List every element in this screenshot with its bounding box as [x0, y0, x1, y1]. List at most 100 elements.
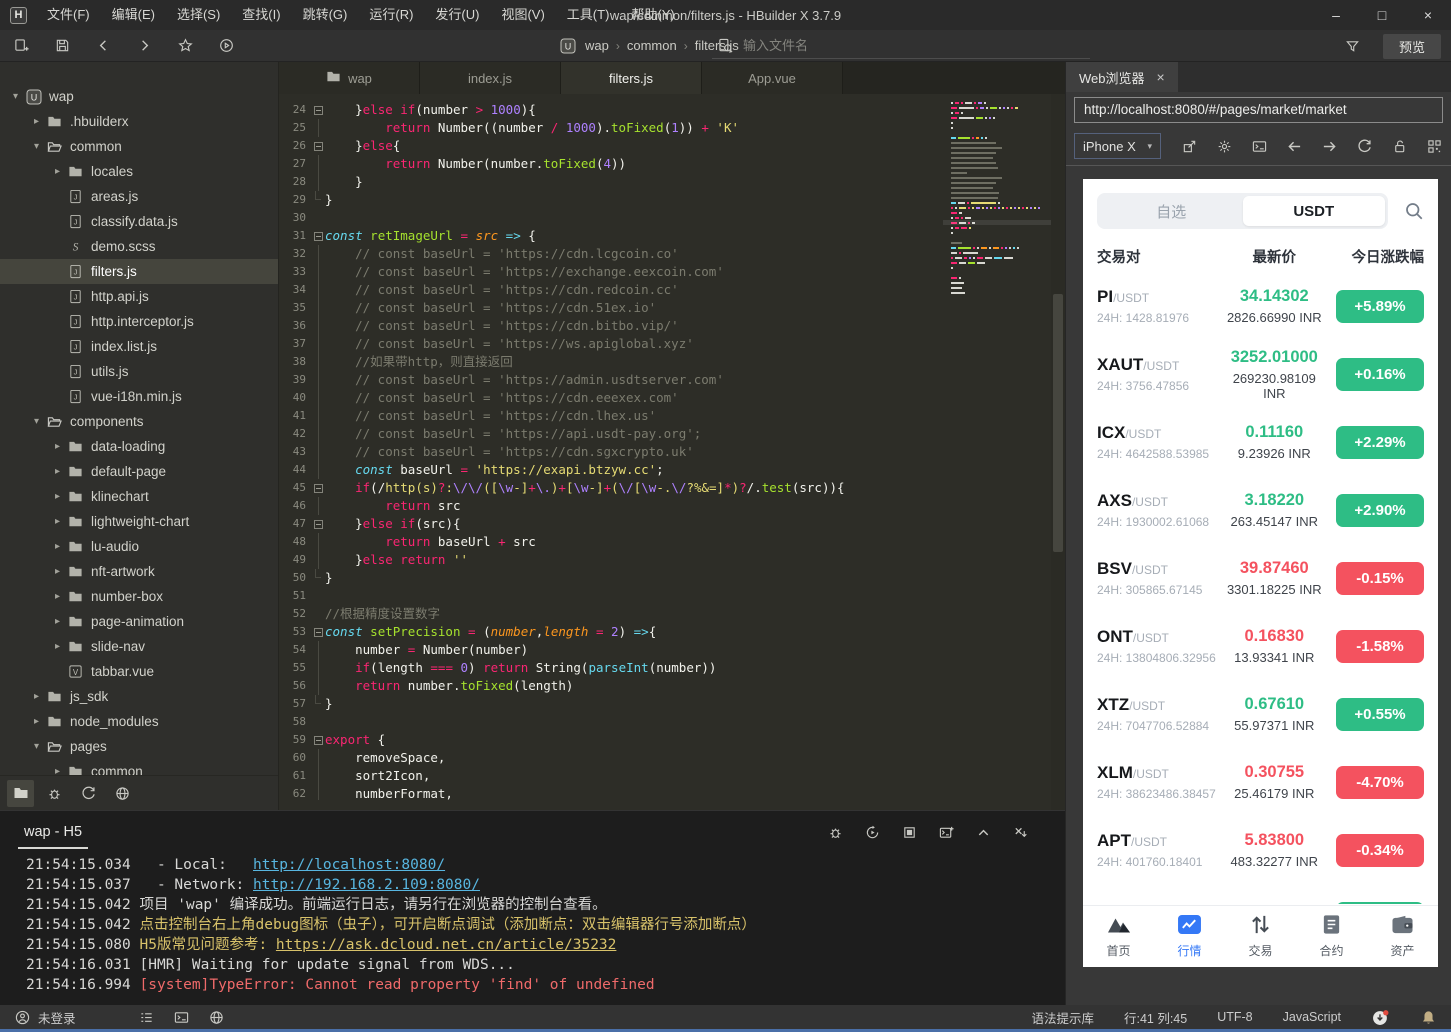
chevron-down-icon[interactable]: ▾: [29, 416, 44, 427]
line-number[interactable]: 59: [279, 731, 311, 749]
save-icon[interactable]: [47, 32, 77, 59]
back-arrow-icon[interactable]: [1285, 136, 1303, 156]
fold-marker-icon[interactable]: [311, 101, 325, 119]
tree-item-index.list.js[interactable]: Jindex.list.js: [0, 334, 278, 359]
chevron-right-icon[interactable]: ▸: [50, 516, 65, 527]
outline-icon[interactable]: [138, 1008, 156, 1026]
tree-item-data-loading[interactable]: ▸ data-loading: [0, 434, 278, 459]
chevron-right-icon[interactable]: ▸: [50, 166, 65, 177]
chevron-right-icon[interactable]: ▸: [50, 641, 65, 652]
line-number[interactable]: 42: [279, 425, 311, 443]
segment-自选[interactable]: 自选: [1100, 196, 1243, 226]
detach-icon[interactable]: [1180, 136, 1198, 156]
line-number[interactable]: 25: [279, 119, 311, 137]
tree-item-classify.data.js[interactable]: Jclassify.data.js: [0, 209, 278, 234]
tree-item-http.api.js[interactable]: Jhttp.api.js: [0, 284, 278, 309]
globe-icon[interactable]: [208, 1008, 226, 1026]
line-number[interactable]: 41: [279, 407, 311, 425]
browser-tab[interactable]: Web浏览器 ×: [1066, 62, 1178, 92]
tree-item-default-page[interactable]: ▸ default-page: [0, 459, 278, 484]
status-item-3[interactable]: JavaScript: [1283, 1010, 1341, 1024]
market-row-AAVE[interactable]: AAVE/USDT224.84450: [1083, 884, 1438, 904]
chevron-right-icon[interactable]: ▸: [50, 566, 65, 577]
menu-item-3[interactable]: 查找(I): [231, 0, 291, 30]
menu-item-5[interactable]: 运行(R): [358, 0, 424, 30]
market-row-XAUT[interactable]: XAUT/USDT 24H: 3756.47856 3252.01000 269230…: [1083, 340, 1438, 408]
tree-item-slide-nav[interactable]: ▸ slide-nav: [0, 634, 278, 659]
line-number[interactable]: 62: [279, 785, 311, 800]
line-number[interactable]: 53: [279, 623, 311, 641]
line-number[interactable]: 46: [279, 497, 311, 515]
fold-marker-icon[interactable]: [311, 479, 325, 497]
fold-marker-icon[interactable]: [311, 731, 325, 749]
filter-funnel-icon[interactable]: [1337, 33, 1367, 60]
chevron-down-icon[interactable]: ▾: [29, 741, 44, 752]
tree-item-.hbuilderx[interactable]: ▸ .hbuilderx: [0, 109, 278, 134]
line-number[interactable]: 49: [279, 551, 311, 569]
forward-arrow-icon[interactable]: [1320, 136, 1338, 156]
chevron-down-icon[interactable]: ▾: [29, 141, 44, 152]
menu-item-2[interactable]: 选择(S): [166, 0, 231, 30]
log-link[interactable]: http://localhost:8080/: [253, 857, 445, 873]
minimap[interactable]: [943, 102, 1053, 297]
segment-USDT[interactable]: USDT: [1242, 196, 1385, 226]
preview-button[interactable]: 预览: [1383, 34, 1441, 59]
line-number[interactable]: 35: [279, 299, 311, 317]
notification-bell-icon[interactable]: [1419, 1008, 1437, 1026]
menu-item-0[interactable]: 文件(F): [36, 0, 101, 30]
tree-item-utils.js[interactable]: Jutils.js: [0, 359, 278, 384]
line-number[interactable]: 39: [279, 371, 311, 389]
debug-bug-icon[interactable]: [824, 821, 846, 843]
log-link[interactable]: http://192.168.2.109:8080/: [253, 877, 480, 893]
tree-item-page-animation[interactable]: ▸ page-animation: [0, 609, 278, 634]
fold-marker-icon[interactable]: [311, 515, 325, 533]
device-select[interactable]: iPhone X ▾: [1074, 133, 1161, 159]
line-number[interactable]: 55: [279, 659, 311, 677]
status-item-0[interactable]: 语法提示库: [1031, 1008, 1094, 1027]
column-pair[interactable]: 交易对: [1097, 246, 1221, 267]
fold-marker-icon[interactable]: [311, 137, 325, 155]
tree-item-common[interactable]: ▾ common: [0, 134, 278, 159]
menu-item-1[interactable]: 编辑(E): [101, 0, 166, 30]
unlock-icon[interactable]: [1390, 136, 1408, 156]
chevron-right-icon[interactable]: ▸: [29, 716, 44, 727]
favorite-icon[interactable]: [170, 32, 200, 59]
minimize-button[interactable]: –: [1313, 0, 1359, 30]
fold-marker-icon[interactable]: [311, 227, 325, 245]
column-change[interactable]: 今日涨跌幅: [1328, 246, 1425, 267]
refresh-icon[interactable]: [1355, 136, 1373, 156]
tree-item-pages[interactable]: ▾ pages: [0, 734, 278, 759]
line-number[interactable]: 44: [279, 461, 311, 479]
chevron-right-icon[interactable]: ▸: [50, 491, 65, 502]
chevron-right-icon[interactable]: ▸: [29, 116, 44, 127]
editor-tab-wap[interactable]: wap: [279, 62, 420, 94]
line-number[interactable]: 28: [279, 173, 311, 191]
log-link[interactable]: https://ask.dcloud.net.cn/article/35232: [276, 937, 616, 953]
tree-item-node_modules[interactable]: ▸ node_modules: [0, 709, 278, 734]
search-input[interactable]: [743, 38, 1086, 53]
maximize-button[interactable]: □: [1359, 0, 1405, 30]
console-tab[interactable]: wap - H5: [18, 815, 89, 849]
url-input[interactable]: [1074, 96, 1443, 123]
line-number[interactable]: 33: [279, 263, 311, 281]
apptab-资产[interactable]: 资产: [1367, 906, 1438, 967]
terminal-icon[interactable]: [173, 1008, 191, 1026]
line-number[interactable]: 52: [279, 605, 311, 623]
terminal-icon[interactable]: [1250, 136, 1268, 156]
tree-item-wap[interactable]: ▾ Uwap: [0, 84, 278, 109]
line-number[interactable]: 43: [279, 443, 311, 461]
editor-tab-index.js[interactable]: index.js: [420, 62, 561, 94]
line-number[interactable]: 40: [279, 389, 311, 407]
line-number[interactable]: 24: [279, 101, 311, 119]
qr-code-icon[interactable]: [1425, 136, 1443, 156]
line-number[interactable]: 45: [279, 479, 311, 497]
run-icon[interactable]: [211, 32, 241, 59]
line-number[interactable]: 56: [279, 677, 311, 695]
line-number[interactable]: 32: [279, 245, 311, 263]
new-file-icon[interactable]: [6, 32, 36, 59]
line-number[interactable]: 34: [279, 281, 311, 299]
apptab-首页[interactable]: 首页: [1083, 906, 1154, 967]
line-number[interactable]: 31: [279, 227, 311, 245]
editor-tab-filters.js[interactable]: filters.js: [561, 62, 702, 94]
market-row-PI[interactable]: PI/USDT 24H: 1428.81976 34.14302 2826.66990…: [1083, 272, 1438, 340]
